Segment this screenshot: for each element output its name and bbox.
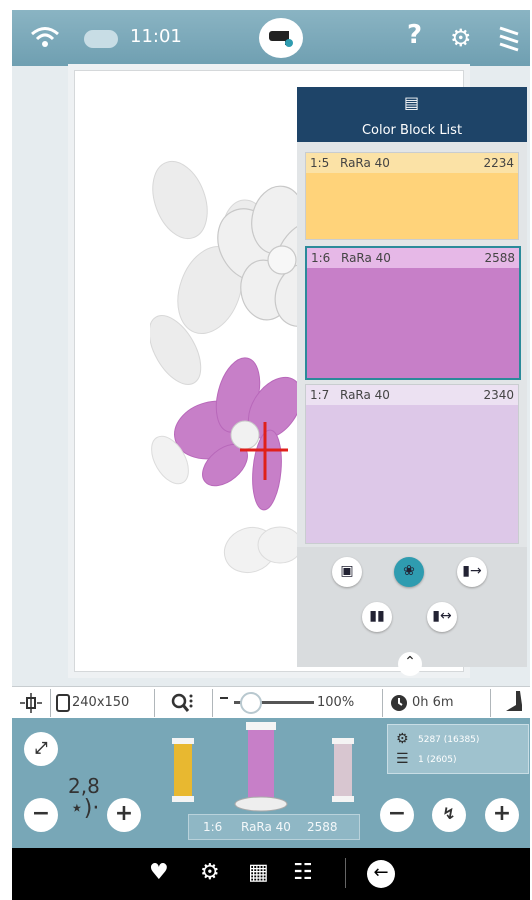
color-block-name: RaRa 40: [340, 388, 390, 402]
color-block-code: 2234: [483, 156, 514, 170]
stitch-step-button[interactable]: ↯: [432, 798, 466, 832]
zoom-slider[interactable]: [234, 692, 314, 714]
wifi-icon: [31, 27, 59, 47]
help-icon[interactable]: ?: [407, 20, 422, 50]
collapse-panel-button[interactable]: ⌃: [398, 652, 422, 676]
zoom-percent: 100%: [317, 695, 355, 710]
plus-icon: +: [492, 801, 512, 826]
settings-icon[interactable]: ⚙: [450, 24, 472, 52]
select-all-icon[interactable]: ▣: [332, 557, 362, 587]
current-color-info: 1:6 RaRa 40 2588: [188, 814, 360, 840]
color-block-list-title: Color Block List: [361, 123, 463, 138]
spool-next-icon[interactable]: [324, 736, 362, 804]
bottom-toolbar: ♥ ⚙ ▦ ☷ ←: [12, 848, 530, 900]
zoom-icon[interactable]: [170, 692, 194, 714]
color-group-icon[interactable]: ❀: [394, 557, 424, 587]
color-block-code: 2588: [484, 251, 515, 265]
zoom-plus-button[interactable]: +: [107, 798, 141, 832]
sewing-foot-icon[interactable]: [502, 691, 524, 715]
color-block-code: 2340: [483, 388, 514, 402]
move-block-last-icon[interactable]: ▮→: [457, 557, 487, 587]
minus-icon: −: [387, 801, 407, 826]
color-block[interactable]: 1:7 RaRa 40 2340: [305, 384, 519, 544]
list-icon: ▤: [404, 93, 420, 112]
manual-icon[interactable]: ☷: [293, 860, 313, 885]
fit-to-screen-button[interactable]: ⤢: [24, 732, 58, 766]
expand-arrows-icon: ⤢: [34, 738, 48, 757]
book-icon[interactable]: ▦: [248, 860, 269, 885]
spool-previous-icon[interactable]: [164, 736, 202, 804]
zoom-value: 2,8: [68, 774, 100, 798]
zoom-out-mark: [220, 697, 228, 699]
color-count-icon: ☰: [396, 751, 409, 767]
stitch-plus-button[interactable]: +: [485, 798, 519, 832]
hoop-size-label[interactable]: 240x150: [72, 695, 129, 710]
color-block-name: RaRa 40: [340, 156, 390, 170]
color-block-tools: ▣ ❀ ▮→ ▮▮ ▮↔: [297, 547, 527, 667]
stitch-statistics: ⚙ 5287 (16385) ☰ 1 (2605): [387, 724, 529, 774]
color-block-number: 1:5: [310, 156, 330, 170]
spool-current-icon[interactable]: [232, 722, 290, 812]
hoop-icon: [56, 694, 70, 712]
stitch-time: 0h 6m: [412, 695, 454, 710]
minus-icon: −: [31, 801, 51, 826]
merge-block-icon[interactable]: ▮▮: [362, 602, 392, 632]
toolbar-divider: [345, 858, 346, 888]
back-icon[interactable]: ←: [367, 860, 395, 888]
plus-icon: +: [114, 801, 134, 826]
cloud-icon: [84, 30, 118, 48]
chevron-up-icon: ⌃: [404, 654, 416, 670]
color-block-number: 1:6: [311, 251, 331, 265]
color-block-number: 1:7: [310, 388, 330, 402]
color-block-list-header: ▤ Color Block List: [297, 87, 527, 142]
center-position-icon[interactable]: [20, 693, 42, 713]
thread-panel: ⤢ − 2,8 ⋆)· + 1:6 RaRa 40 2588 ⚙ 5287 (1…: [12, 718, 530, 848]
clock-icon: [391, 695, 407, 711]
zoom-minus-button[interactable]: −: [24, 798, 58, 832]
current-color-code: 2588: [307, 820, 338, 834]
presser-foot-icon: ↯: [442, 804, 456, 823]
zoom-indicator-icon: ⋆)·: [70, 796, 100, 821]
split-block-icon[interactable]: ▮↔: [427, 602, 457, 632]
current-color-name: RaRa 40: [241, 820, 291, 834]
favorite-icon[interactable]: ♥: [149, 860, 169, 885]
color-count: 1 (2605): [418, 755, 457, 765]
embroidery-settings-icon[interactable]: ⚙: [200, 860, 220, 885]
color-block-selected[interactable]: 1:6 RaRa 40 2588: [305, 246, 521, 380]
current-color-number: 1:6: [203, 820, 223, 834]
color-block[interactable]: 1:5 RaRa 40 2234: [305, 152, 519, 240]
stitch-count-icon: ⚙: [396, 731, 409, 747]
status-bar: 11:01 ? ⚙: [12, 10, 530, 66]
clock-time: 11:01: [130, 26, 182, 47]
machine-icon[interactable]: [259, 18, 303, 58]
zoom-slider-handle[interactable]: [240, 692, 263, 714]
stitch-count: 5287 (16385): [418, 735, 480, 745]
info-bar: 240x150 100% 0h 6m: [12, 686, 530, 720]
thread-icon[interactable]: [494, 24, 524, 52]
stitch-minus-button[interactable]: −: [380, 798, 414, 832]
color-block-list: 1:5 RaRa 40 2234 1:6 RaRa 40 2588 1:7 Ra…: [297, 142, 527, 547]
color-block-name: RaRa 40: [341, 251, 391, 265]
